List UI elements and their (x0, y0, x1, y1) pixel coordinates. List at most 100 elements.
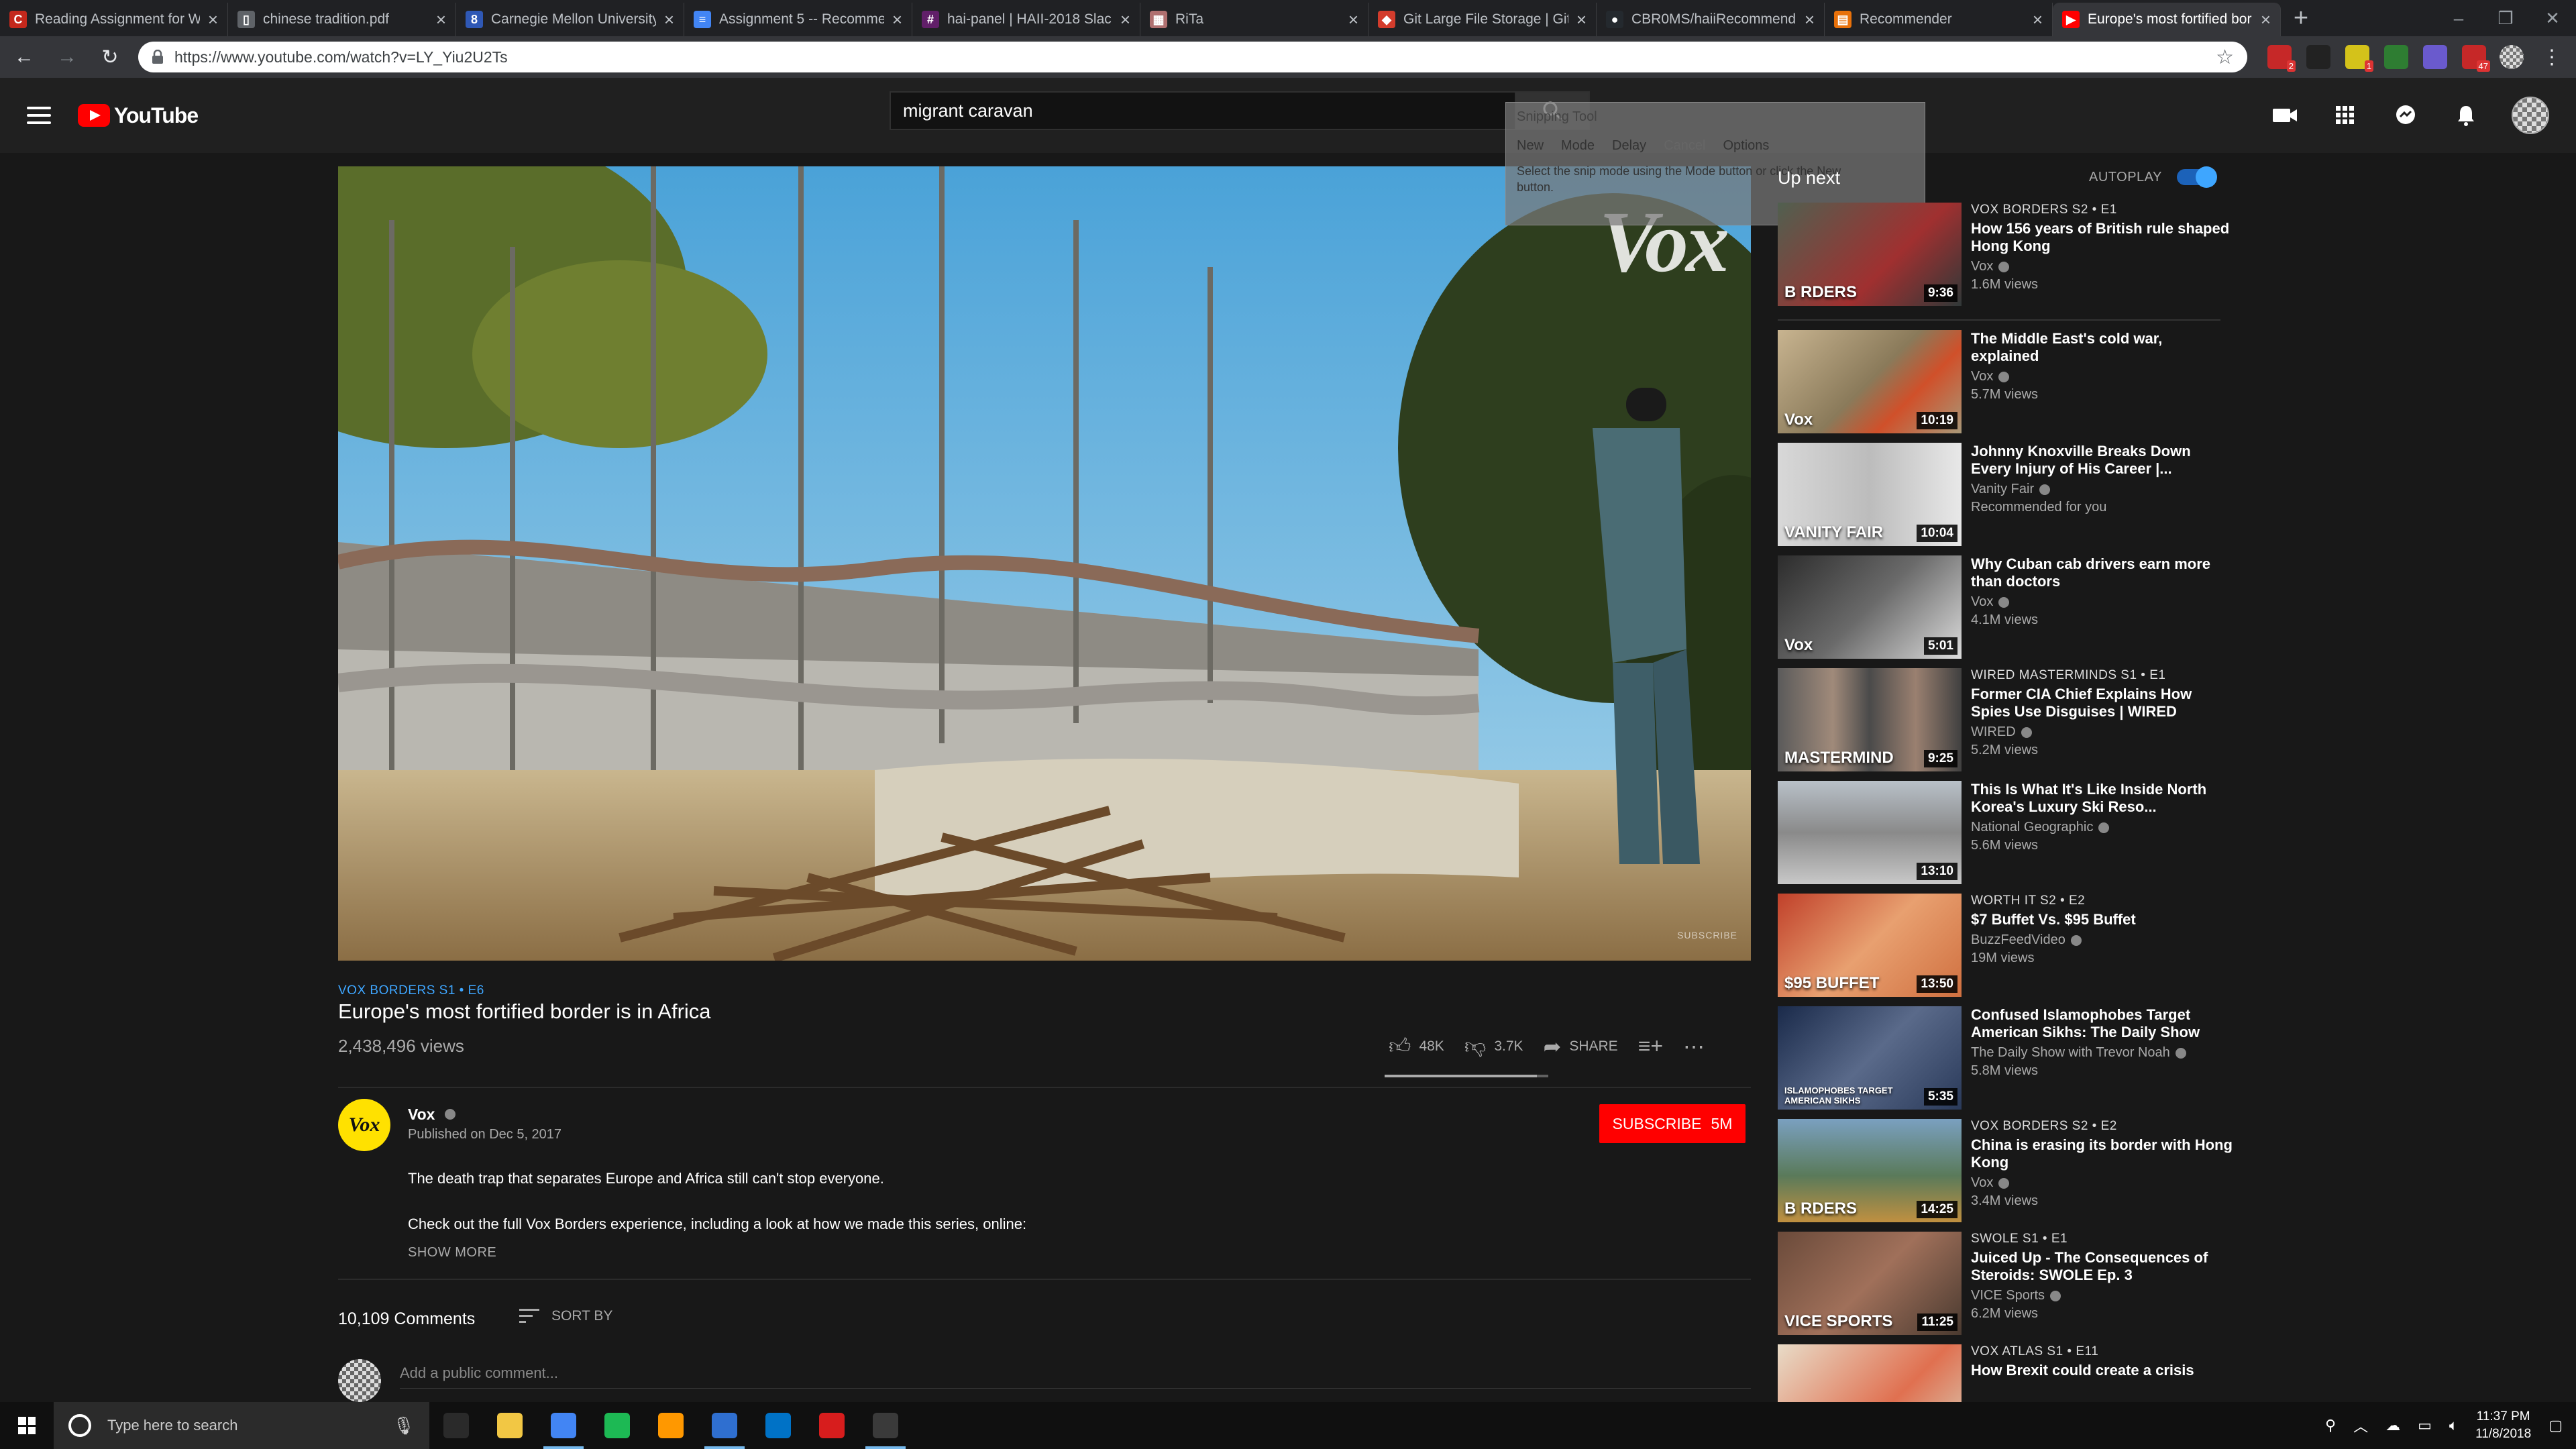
channel-name[interactable]: WIRED (1971, 724, 2016, 739)
tab-close-icon[interactable]: × (1805, 9, 1815, 30)
add-to-playlist-button[interactable]: ≡+ (1638, 1034, 1663, 1059)
taskbar-app[interactable] (859, 1402, 912, 1449)
recommended-video[interactable]: 13:10 This Is What It's Like Inside North… (1778, 781, 2234, 887)
video-thumbnail[interactable]: B RDERS 9:36 (1778, 203, 1962, 306)
recommended-title[interactable]: China is erasing its border with Hong Ko… (1971, 1136, 2233, 1171)
browser-tab[interactable]: ▦ RiTa × (1140, 3, 1368, 36)
recommended-video[interactable]: VOX ATLAS S1 • E11 How Brexit could creat… (1778, 1344, 2234, 1402)
create-video-icon[interactable] (2270, 101, 2300, 130)
video-thumbnail[interactable]: Vox 10:19 (1778, 330, 1962, 433)
taskbar-app[interactable] (644, 1402, 698, 1449)
close-window-icon[interactable]: ✕ (2529, 8, 2576, 29)
youtube-logo[interactable]: YouTube (78, 103, 199, 128)
channel-name[interactable]: Vanity Fair (1971, 482, 2034, 496)
taskbar-search[interactable]: Type here to search 🎙︎ (54, 1402, 429, 1449)
volume-icon[interactable]: 🔈︎ (2449, 1417, 2458, 1434)
video-thumbnail[interactable]: $95 BUFFET 13:50 (1778, 894, 1962, 997)
video-thumbnail[interactable]: MASTERMIND 9:25 (1778, 668, 1962, 771)
channel-name[interactable]: BuzzFeedVideo (1971, 932, 2065, 947)
tab-close-icon[interactable]: × (2033, 9, 2043, 30)
video-thumbnail[interactable] (1778, 1344, 1962, 1402)
snip-mode-button[interactable]: Mode (1561, 138, 1595, 154)
recommended-video[interactable]: B RDERS 14:25 VOX BORDERS S2 • E2 China is … (1778, 1119, 2234, 1225)
share-button[interactable]: ➦ SHARE (1544, 1034, 1618, 1059)
recommended-video[interactable]: VANITY FAIR 10:04 Johnny Knoxville Breaks … (1778, 443, 2234, 549)
browser-tab[interactable]: ▤ Recommender × (1825, 3, 2053, 36)
tab-close-icon[interactable]: × (436, 9, 446, 30)
extension-icon[interactable]: 47 (2462, 45, 2490, 72)
recommended-title[interactable]: The Middle East's cold war, explained (1971, 330, 2233, 365)
forward-icon[interactable]: → (52, 42, 82, 72)
recommended-title[interactable]: How Brexit could create a crisis (1971, 1362, 2233, 1379)
channel-name[interactable]: Vox (1971, 369, 1993, 384)
video-thumbnail[interactable]: VICE SPORTS 11:25 (1778, 1232, 1962, 1335)
browser-tab[interactable]: 8 Carnegie Mellon University × (456, 3, 684, 36)
messages-icon[interactable] (2391, 101, 2420, 130)
browser-menu-icon[interactable]: ⋮ (2537, 42, 2567, 72)
tab-close-icon[interactable]: × (2261, 9, 2271, 30)
taskbar-app[interactable] (751, 1402, 805, 1449)
people-icon[interactable]: ⚲ (2325, 1417, 2336, 1434)
sort-comments-button[interactable]: SORT BY (519, 1308, 612, 1324)
channel-name[interactable]: National Geographic (1971, 820, 2093, 835)
tab-close-icon[interactable]: × (1120, 9, 1130, 30)
taskbar-app[interactable] (698, 1402, 751, 1449)
recommended-title[interactable]: $7 Buffet Vs. $95 Buffet (1971, 911, 2233, 928)
search-input[interactable] (890, 91, 1516, 130)
recommended-video[interactable]: Vox 10:19 The Middle East's cold war, expl… (1778, 330, 2234, 436)
more-actions-button[interactable]: ⋯ (1683, 1034, 1705, 1059)
channel-name[interactable]: Vox (1971, 594, 1993, 609)
channel-avatar[interactable]: Vox (338, 1099, 390, 1151)
autoplay-toggle[interactable] (2176, 166, 2217, 188)
microphone-icon[interactable]: 🎙︎ (392, 1415, 415, 1436)
snip-cancel-button[interactable]: Cancel (1664, 138, 1705, 154)
address-bar[interactable]: https://www.youtube.com/watch?v=LY_Yiu2U… (138, 42, 2247, 72)
tab-close-icon[interactable]: × (1576, 9, 1587, 30)
tab-active[interactable]: ▶ Europe's most fortified bor × (2053, 3, 2281, 36)
recommended-video[interactable]: B RDERS 9:36 VOX BORDERS S2 • E1 How 156 ye… (1778, 203, 2234, 309)
extension-icon[interactable] (2423, 45, 2447, 69)
network-icon[interactable]: ▭ (2418, 1417, 2432, 1434)
video-thumbnail[interactable]: 13:10 (1778, 781, 1962, 884)
back-icon[interactable]: ← (9, 42, 39, 72)
recommended-title[interactable]: Johnny Knoxville Breaks Down Every Injur… (1971, 443, 2233, 478)
recommended-title[interactable]: Why Cuban cab drivers earn more than doc… (1971, 555, 2233, 590)
recommended-video[interactable]: VICE SPORTS 11:25 SWOLE S1 • E1 Juiced Up -… (1778, 1232, 2234, 1338)
browser-tab[interactable]: C Reading Assignment for Wee × (0, 3, 228, 36)
reload-icon[interactable]: ↻ (95, 42, 125, 72)
onedrive-icon[interactable]: ☁ (2385, 1417, 2400, 1434)
snip-options-button[interactable]: Options (1723, 138, 1769, 154)
subscribe-button[interactable]: SUBSCRIBE 5M (1599, 1104, 1746, 1143)
extension-icon[interactable] (2384, 45, 2408, 69)
recommended-title[interactable]: Juiced Up - The Consequences of Steroids… (1971, 1249, 2233, 1284)
recommended-video[interactable]: $95 BUFFET 13:50 WORTH IT S2 • E2 $7 Buffet… (1778, 894, 2234, 1000)
channel-name[interactable]: VICE Sports (1971, 1288, 2045, 1303)
action-center-icon[interactable]: ▢ (2548, 1417, 2563, 1434)
taskbar-app[interactable] (483, 1402, 537, 1449)
video-thumbnail[interactable]: VANITY FAIR 10:04 (1778, 443, 1962, 546)
apps-grid-icon[interactable] (2330, 101, 2360, 130)
browser-tab[interactable]: ● CBR0MS/haiiRecommende × (1597, 3, 1825, 36)
show-more-button[interactable]: SHOW MORE (408, 1245, 496, 1260)
hamburger-menu-icon[interactable] (27, 107, 51, 124)
comment-input[interactable]: Add a public comment... (400, 1364, 1751, 1389)
tray-chevron-icon[interactable]: ︿ (2353, 1415, 2368, 1436)
taskbar-app[interactable] (429, 1402, 483, 1449)
extension-icon[interactable]: 2 (2267, 45, 2296, 72)
video-thumbnail[interactable]: B RDERS 14:25 (1778, 1119, 1962, 1222)
snip-new-button[interactable]: New (1517, 138, 1544, 154)
notifications-bell-icon[interactable] (2451, 101, 2481, 130)
video-player[interactable]: Vox SUBSCRIBE (338, 166, 1751, 961)
series-tag[interactable]: VOX BORDERS S1 • E6 (338, 983, 484, 998)
browser-tab[interactable]: # hai-panel | HAII-2018 Slack × (912, 3, 1140, 36)
account-avatar[interactable] (2512, 97, 2549, 134)
browser-tab[interactable]: ◆ Git Large File Storage | Git L × (1368, 3, 1597, 36)
tab-close-icon[interactable]: × (1348, 9, 1358, 30)
recommended-title[interactable]: How 156 years of British rule shaped Hon… (1971, 220, 2233, 255)
like-button[interactable]: 👍︎ 48K (1389, 1033, 1444, 1059)
video-thumbnail[interactable]: Vox 5:01 (1778, 555, 1962, 659)
recommended-title[interactable]: Former CIA Chief Explains How Spies Use … (1971, 686, 2233, 720)
tab-close-icon[interactable]: × (892, 9, 902, 30)
snip-delay-button[interactable]: Delay (1612, 138, 1646, 154)
profile-icon[interactable] (2500, 45, 2524, 69)
